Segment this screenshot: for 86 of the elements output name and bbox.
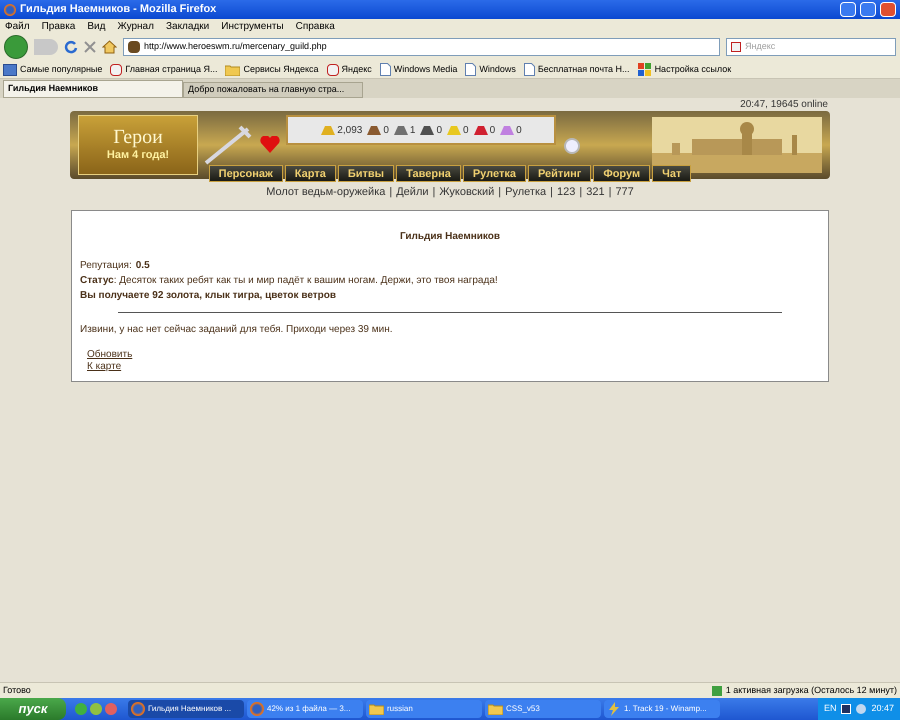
resource-count: 0 xyxy=(383,124,389,138)
separator: | xyxy=(432,185,436,200)
bookmark-link[interactable]: Бесплатная почта Н... xyxy=(538,62,630,76)
online-status: 20:47, 19645 online xyxy=(740,98,828,111)
message-text: Извини, у нас нет сейчас заданий для тебя. Приходи через 39 мин. xyxy=(80,322,394,336)
menu-item[interactable]: Журнал xyxy=(117,18,154,34)
nav-tab[interactable]: Чат xyxy=(652,165,692,182)
page-icon xyxy=(524,63,535,76)
nav-tab[interactable]: Карта xyxy=(284,165,336,182)
nav-tab[interactable]: Битвы xyxy=(338,165,394,182)
reload-icon[interactable] xyxy=(64,40,78,54)
separator: | xyxy=(608,185,612,200)
download-status: 1 активная загрузка (Осталось 12 минут) xyxy=(726,684,897,697)
menu-item[interactable]: Справка xyxy=(296,18,335,34)
page-icon xyxy=(465,63,476,76)
folder-icon xyxy=(225,64,240,76)
start-button[interactable]: пуск xyxy=(0,698,66,720)
menu-item[interactable]: Файл xyxy=(5,18,30,34)
bookmark-link[interactable]: Windows Media xyxy=(394,62,458,76)
quick-link[interactable]: Рулетка xyxy=(505,184,546,200)
browser-tab[interactable]: Гильдия Наемников xyxy=(3,80,183,98)
ring-icon xyxy=(562,135,582,155)
resource-count: 1 xyxy=(410,124,416,138)
browser-tab[interactable]: Добро пожаловать на главную стра... xyxy=(183,82,363,98)
quick-link[interactable]: 123 xyxy=(557,184,576,200)
status-text: Готово xyxy=(3,684,32,697)
separator: | xyxy=(550,185,553,200)
menu-item[interactable]: Правка xyxy=(42,18,76,34)
separator: | xyxy=(579,185,582,200)
status-text: Статус: Десяток таких ребят как ты и мир падёт к вашим ногам. Держи, это твоя награда! xyxy=(80,274,499,288)
heart-icon xyxy=(260,136,280,154)
bookmark-link[interactable]: Самые популярные xyxy=(20,62,102,76)
quick-link[interactable]: Молот ведьм-оружейка xyxy=(266,184,386,200)
back-button[interactable] xyxy=(4,35,28,59)
quick-link[interactable]: Дейли xyxy=(396,184,429,200)
reputation-label: Репутация: xyxy=(80,258,132,272)
window-title: Гильдия Наемников - Mozilla Firefox xyxy=(20,2,218,18)
resource-count: 0 xyxy=(516,124,522,138)
resource-count: 0 xyxy=(436,124,442,138)
guild-title: Гильдия Наемников xyxy=(398,230,502,244)
taskbar-button[interactable]: 42% из 1 файла — 3... xyxy=(247,700,363,718)
folder-icon xyxy=(369,703,384,715)
bookmark-link[interactable]: Главная страница Я... xyxy=(125,62,218,76)
taskbar-button[interactable]: Гильдия Наемников ... xyxy=(128,700,244,718)
reputation-value: 0.5 xyxy=(136,258,150,272)
bookmark-link[interactable]: Сервисы Яндекса xyxy=(243,62,319,76)
text-link[interactable]: Обновить xyxy=(87,348,132,360)
home-icon[interactable] xyxy=(102,40,117,54)
nav-tab[interactable]: Рейтинг xyxy=(528,165,592,182)
quick-link[interactable]: 321 xyxy=(586,184,605,200)
clock: 20:47 xyxy=(871,702,894,716)
resource-count: 0 xyxy=(490,124,496,138)
site-icon xyxy=(128,41,140,53)
menu-item[interactable]: Закладки xyxy=(166,18,210,34)
resource-count: 0 xyxy=(463,124,469,138)
resource-count: 2,093 xyxy=(337,124,362,138)
close-button[interactable] xyxy=(880,2,896,17)
nav-tab[interactable]: Таверна xyxy=(396,165,461,182)
nav-tab[interactable]: Форум xyxy=(593,165,650,182)
address-field[interactable]: http://www.heroeswm.ru/mercenary_guild.php xyxy=(123,38,720,56)
stop-icon[interactable] xyxy=(84,41,96,53)
nav-tab[interactable]: Персонаж xyxy=(208,165,283,182)
windows-icon xyxy=(638,63,652,76)
sword-icon xyxy=(204,125,254,165)
separator: | xyxy=(389,185,392,200)
logo: Герои Нам 4 года! xyxy=(78,115,198,175)
bookmark-link[interactable]: Windows xyxy=(479,62,516,76)
page-icon xyxy=(380,63,391,76)
minimize-button[interactable] xyxy=(840,2,856,17)
taskbar-button[interactable]: 1. Track 19 - Winamp... xyxy=(604,700,720,718)
quick-launch-icon[interactable] xyxy=(90,703,102,715)
lightning-icon xyxy=(607,702,621,716)
separator: | xyxy=(498,185,502,200)
taskbar-button[interactable]: CSS_v53 xyxy=(485,700,601,718)
quick-link[interactable]: Жуковский xyxy=(439,184,494,200)
reward-text: Вы получаете 92 золота, клык тигра, цветок ветров xyxy=(80,288,338,302)
nav-tab[interactable]: Рулетка xyxy=(462,165,526,182)
text-link[interactable]: К карте xyxy=(87,360,122,372)
bookmark-link[interactable]: Яндекс xyxy=(342,62,372,76)
taskbar-button[interactable]: russian xyxy=(366,700,482,718)
quick-link[interactable]: 777 xyxy=(615,184,634,200)
menu-item[interactable]: Вид xyxy=(87,18,106,34)
bookmark-link[interactable]: Настройка ссылок xyxy=(654,62,732,76)
maximize-button[interactable] xyxy=(860,2,876,17)
folder-icon xyxy=(488,703,503,715)
menu-item[interactable]: Инструменты xyxy=(221,18,284,34)
